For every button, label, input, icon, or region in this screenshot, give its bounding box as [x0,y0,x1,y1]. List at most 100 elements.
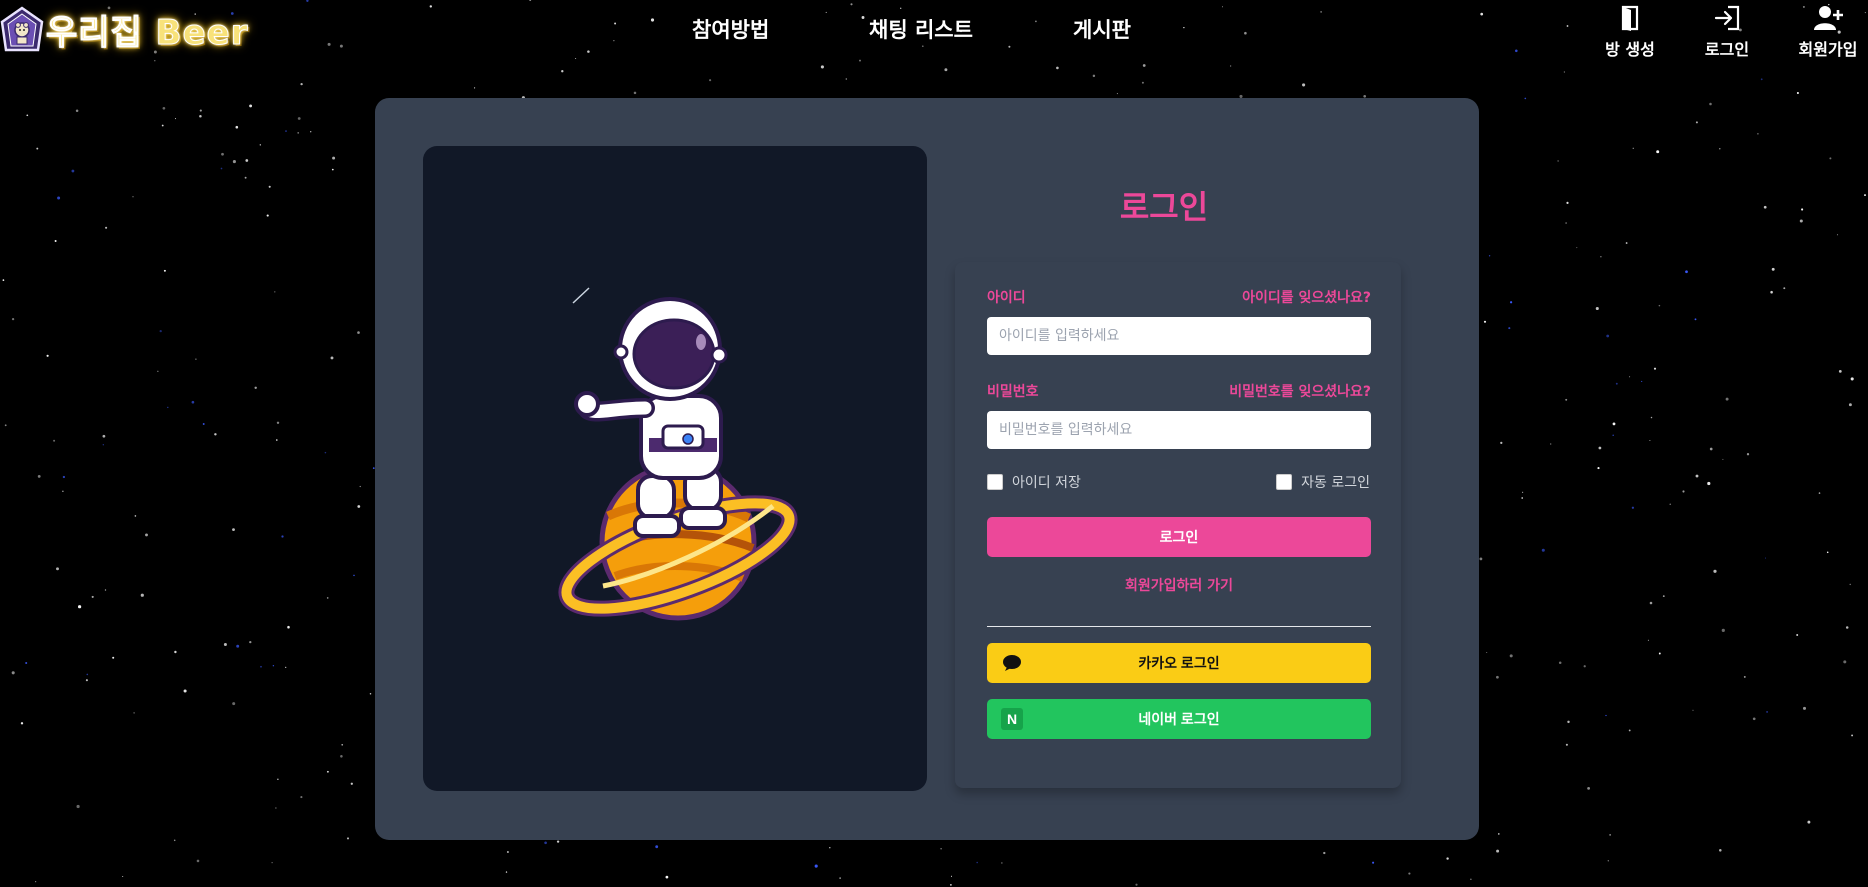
main-nav: 참여방법 채팅 리스트 게시판 [0,14,1868,44]
top-header: 우리집 Beer 참여방법 채팅 리스트 게시판 방 생성 로그인 회원가입 [0,0,1868,60]
star [1719,148,1721,150]
nav-chat-list[interactable]: 채팅 리스트 [869,14,973,44]
star [1598,446,1602,450]
star [4,424,7,427]
star [1746,453,1750,456]
star [1764,557,1767,559]
star [1302,83,1306,87]
star [665,875,669,879]
star [54,240,57,242]
star [820,65,824,69]
naver-login-button[interactable]: N 네이버 로그인 [987,699,1371,739]
star [1565,222,1567,224]
id-label: 아이디 [987,290,1026,306]
star [1496,849,1500,853]
star [1565,398,1568,401]
star [1864,194,1866,197]
create-room-button[interactable]: 방 생성 [1590,4,1670,60]
star [274,291,276,293]
nav-how-to-join[interactable]: 참여방법 [692,14,769,44]
star [357,331,360,334]
auto-login-checkbox-box[interactable] [1276,474,1293,490]
star [1600,256,1602,258]
login-submit-button[interactable]: 로그인 [987,517,1371,557]
star [1615,382,1618,385]
star [1563,71,1565,73]
star [1845,626,1849,629]
star [223,643,227,646]
star [1829,157,1832,160]
id-input[interactable] [987,317,1371,355]
star [275,807,277,809]
star [285,666,287,669]
star [310,131,312,133]
forgot-password-link[interactable]: 비밀번호를 잊으셨나요? [1229,381,1371,401]
forgot-id-link[interactable]: 아이디를 잊으셨나요? [1242,287,1371,307]
star [254,386,257,390]
star [1695,474,1699,478]
star [122,875,124,878]
star [36,147,39,150]
star [1541,548,1545,552]
star [346,837,350,840]
star [1662,595,1665,597]
star [1641,380,1643,382]
star [133,712,135,714]
astronaut-on-planet-illustration [558,287,798,621]
star [1508,327,1511,330]
star [1836,234,1839,236]
star [1446,857,1449,860]
star [1557,160,1559,162]
star [300,82,303,86]
star [1498,833,1500,835]
star [1843,660,1847,664]
save-id-checkbox[interactable]: 아이디 저장 [987,472,1081,492]
illustration-panel [423,146,927,791]
star [163,269,166,272]
save-id-checkbox-box[interactable] [987,474,1003,490]
kakao-login-button[interactable]: 카카오 로그인 [987,643,1371,683]
auto-login-checkbox[interactable]: 자동 로그인 [1276,472,1370,492]
star [276,439,278,441]
star [1486,651,1488,654]
star [2,279,5,281]
star [57,196,61,200]
login-nav-button[interactable]: 로그인 [1687,4,1767,60]
signup-link[interactable]: 회원가입하러 가기 [987,575,1371,595]
star [1583,665,1586,668]
star [1771,267,1775,271]
star [71,169,75,173]
star [1721,628,1725,632]
star [287,625,290,629]
star [845,78,847,80]
star [1694,318,1697,321]
star [1142,64,1146,67]
star [174,118,177,120]
door-icon [1621,5,1639,31]
star [326,770,329,773]
nav-board[interactable]: 게시판 [1073,14,1131,44]
star [506,851,509,853]
star [709,79,712,82]
star [11,671,15,675]
star [1587,787,1590,790]
star [104,589,107,591]
star [1056,66,1059,70]
signup-nav-button[interactable]: 회원가입 [1788,4,1868,60]
star [1802,706,1807,710]
password-input[interactable] [987,411,1371,449]
star [249,640,252,644]
star [1483,320,1487,323]
star [1796,91,1799,95]
shooting-star [572,287,590,304]
star [220,167,223,170]
star [281,535,284,538]
star [25,661,28,665]
star [1597,467,1600,470]
star [655,845,659,849]
star [85,679,88,682]
login-arrow-icon [1714,5,1740,31]
star [196,859,200,863]
naver-logo-icon: N [1001,708,1023,730]
star [1669,503,1671,505]
